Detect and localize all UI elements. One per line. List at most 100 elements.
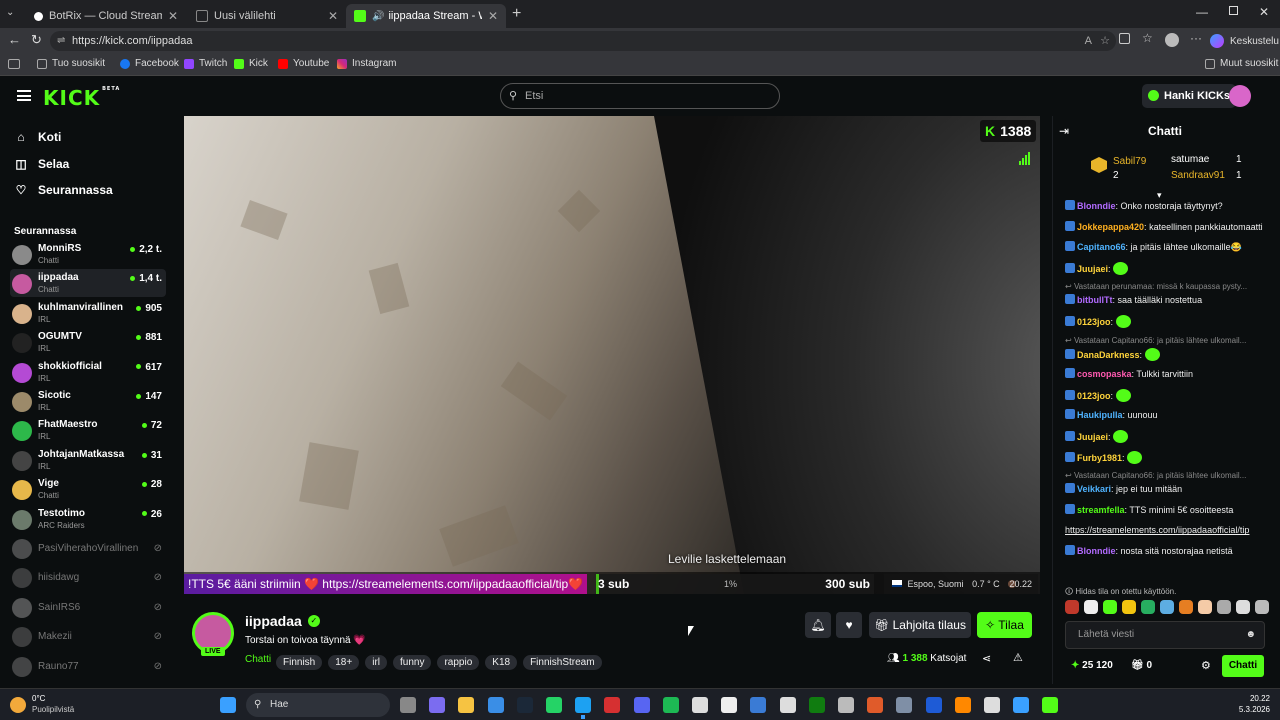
following-item[interactable]: Testotimo ARC Raiders 26 [10, 505, 166, 533]
quick-emote-icon[interactable] [1160, 600, 1174, 614]
file-explorer-icon[interactable] [458, 697, 475, 713]
app-window-icon[interactable] [1013, 697, 1030, 713]
stream-tag[interactable]: Finnish [276, 655, 323, 670]
close-window-icon[interactable]: ✕ [1259, 5, 1269, 19]
settings-icon[interactable] [779, 697, 796, 713]
following-item[interactable]: JohtajanMatkassa IRL 31 [10, 446, 166, 474]
following-item[interactable]: Makezii ⊘ [10, 622, 166, 650]
stream-tag[interactable]: irl [365, 655, 387, 670]
profile-avatar[interactable] [1165, 33, 1179, 47]
stream-tag[interactable]: K18 [485, 655, 518, 670]
quick-emote-icon[interactable] [1084, 600, 1098, 614]
share-icon[interactable]: ⋖ [982, 652, 991, 665]
extensions-icon[interactable] [1119, 33, 1130, 44]
app-orange-icon[interactable] [867, 697, 884, 713]
chat-username[interactable]: Juujaei [1077, 264, 1108, 274]
following-item[interactable]: Sicotic IRL 147 [10, 387, 166, 415]
nav-home[interactable]: ⌂ Koti [14, 130, 61, 144]
app-blue-icon[interactable] [925, 697, 942, 713]
browser-tab-new[interactable]: Uusi välilehti ✕ [188, 4, 346, 28]
chat-username[interactable]: Capitano66 [1077, 242, 1126, 252]
quick-emote-icon[interactable] [1103, 600, 1117, 614]
chat-input[interactable]: Lähetä viesti ☻ [1065, 621, 1265, 649]
menu-dots-icon[interactable]: ··· [1190, 31, 1202, 45]
favorites-icon[interactable]: ☆ [1142, 31, 1153, 45]
copilot-button[interactable]: Keskustelu [1210, 32, 1279, 50]
taskbar-search[interactable]: ⚲ Hae [246, 693, 390, 717]
following-item[interactable]: Rauno77 ⊘ [10, 652, 166, 680]
steam-icon[interactable] [516, 697, 533, 713]
app-green-icon[interactable] [1042, 697, 1059, 713]
chat-link[interactable]: https://streamelements.com/iippadaaoffic… [1065, 525, 1249, 535]
chat-username[interactable]: Haukipulla [1077, 410, 1123, 420]
quick-emote-icon[interactable] [1179, 600, 1193, 614]
task-view-icon[interactable] [400, 697, 416, 713]
browser-tab-botrix[interactable]: BotRix — Cloud Streaming Bot for ✕ [26, 4, 186, 28]
quick-emote-icon[interactable] [1236, 600, 1250, 614]
minimize-window-icon[interactable]: — [1196, 5, 1208, 19]
stream-tag[interactable]: funny [393, 655, 432, 670]
following-item[interactable]: OGUMTV IRL 881 [10, 328, 166, 356]
edge-icon[interactable] [575, 697, 592, 713]
maximize-window-icon[interactable] [1229, 6, 1238, 15]
xbox-icon[interactable] [808, 697, 825, 713]
chat-username[interactable]: Furby1981 [1077, 453, 1122, 463]
report-icon[interactable]: ⚠ [1013, 651, 1023, 664]
app-circle-icon[interactable] [838, 697, 854, 713]
get-kicks-button[interactable]: Hanki KICKs [1142, 84, 1237, 108]
chat-username[interactable]: 0123joo [1077, 391, 1111, 401]
quick-emote-icon[interactable] [1217, 600, 1231, 614]
app-box-icon[interactable] [750, 697, 767, 713]
channel-points[interactable]: ✦ 25 120 [1071, 660, 1113, 671]
video-player[interactable]: K 1388 Levilie laskettelemaan !TTS 5€ ää… [184, 116, 1040, 594]
quick-emote-icon[interactable] [1255, 600, 1269, 614]
hamburger-menu-icon[interactable] [17, 90, 31, 101]
whatsapp-icon[interactable] [546, 697, 562, 713]
following-item[interactable]: MonniRS Chatti 2,2 t. [10, 240, 166, 268]
quick-emote-icon[interactable] [1141, 600, 1155, 614]
chat-username[interactable]: cosmopaska [1077, 369, 1132, 379]
chat-username[interactable]: bitbullTt [1077, 295, 1113, 305]
following-item[interactable]: hiisidawg ⊘ [10, 563, 166, 591]
emoji-picker-icon[interactable]: ☻ [1245, 622, 1256, 648]
chat-username[interactable]: Veikkari [1077, 484, 1111, 494]
nav-browse[interactable]: ◫ Selaa [14, 157, 69, 171]
browser-tab-kick[interactable]: 🔊 iippadaa Stream - Watch Live ✕ [346, 4, 506, 28]
chat-username[interactable]: Jokkepappa420 [1077, 222, 1144, 232]
stream-tag[interactable]: rappio [437, 655, 480, 670]
subscribe-button[interactable]: ✧ Tilaa [977, 612, 1032, 638]
following-item[interactable]: FhatMaestro IRL 72 [10, 416, 166, 444]
gift-count[interactable]: 🎁︎ 0 [1131, 660, 1152, 671]
follow-button[interactable]: ♥ [836, 612, 862, 638]
bookmark-import[interactable]: Tuo suosikit [37, 58, 105, 69]
bookmark-youtube[interactable]: Youtube [278, 58, 329, 69]
kick-logo[interactable]: KICK BETA [43, 86, 120, 110]
channel-name[interactable]: iippadaa [245, 613, 302, 629]
close-tab-icon[interactable]: ✕ [328, 9, 338, 23]
notepad-icon[interactable] [721, 697, 738, 713]
favorite-star-icon[interactable]: ☆ [1100, 31, 1110, 51]
close-tab-icon[interactable]: ✕ [488, 9, 498, 23]
following-item[interactable]: iippadaa Chatti 1,4 t. [10, 269, 166, 298]
chat-username[interactable]: Blonndie [1077, 546, 1116, 556]
following-item[interactable]: SainIRS6 ⊘ [10, 593, 166, 621]
stream-tag[interactable]: FinnishStream [523, 655, 602, 670]
speaker-icon[interactable]: 🔊 [372, 11, 384, 22]
spotify-icon[interactable] [662, 697, 679, 713]
search-input[interactable]: ⚲ Etsi [500, 83, 780, 109]
quick-emote-icon[interactable] [1198, 600, 1212, 614]
bookmark-kick[interactable]: Kick [234, 58, 268, 69]
vlc-icon[interactable] [954, 697, 971, 713]
new-tab-button[interactable]: + [512, 5, 521, 23]
following-item[interactable]: PasiViherahoVirallinen ⊘ [10, 534, 166, 562]
close-tab-icon[interactable]: ✕ [168, 9, 178, 23]
following-item[interactable]: kuhlmanvirallinen IRL 905 [10, 299, 166, 327]
following-item[interactable]: shokkiofficial IRL 617 [10, 358, 166, 386]
bookmark-facebook[interactable]: Facebook [120, 58, 179, 69]
quick-emote-icon[interactable] [1122, 600, 1136, 614]
store-icon[interactable] [487, 697, 504, 713]
chatgpt-icon[interactable] [984, 697, 1000, 713]
chat-username[interactable]: Juujaei [1077, 432, 1108, 442]
sidebar-toggle-icon[interactable] [8, 59, 20, 69]
tab-list-menu-icon[interactable]: ⌄ [6, 7, 20, 21]
